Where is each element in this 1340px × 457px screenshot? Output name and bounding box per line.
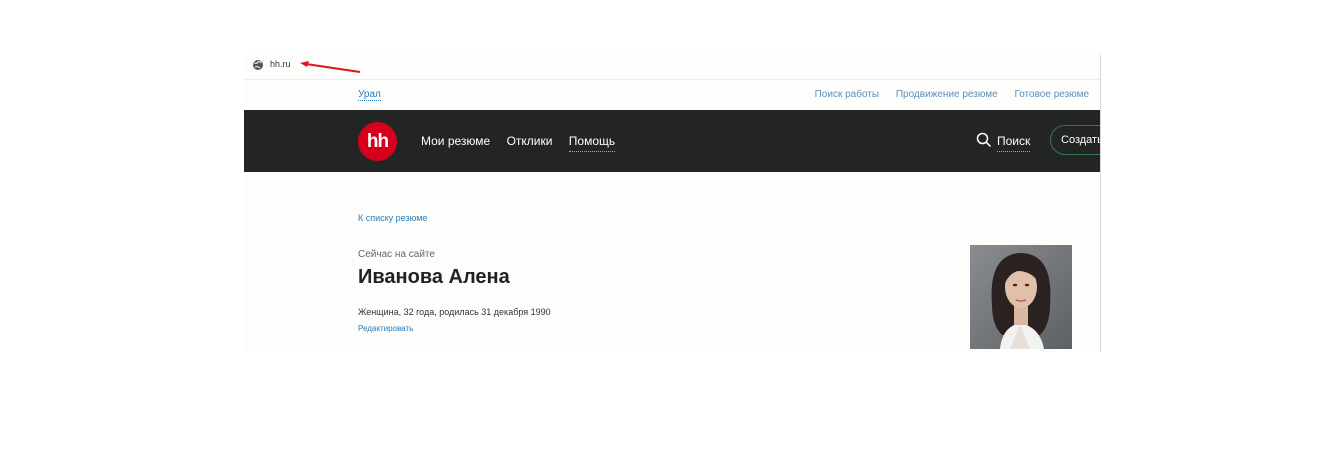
red-arrow-annotation	[300, 61, 361, 73]
link-job-search[interactable]: Поиск работы	[815, 89, 879, 100]
region-link[interactable]: Урал	[358, 89, 381, 101]
search-button[interactable]: Поиск	[976, 132, 1031, 152]
browser-screenshot: hh.ru Урал Поиск работы Продвижение резю…	[244, 55, 1101, 352]
hh-logo[interactable]: hh	[358, 122, 397, 161]
online-status: Сейчас на сайте	[358, 249, 435, 260]
address-bar[interactable]: hh.ru	[244, 55, 1100, 80]
top-links-bar: Урал Поиск работы Продвижение резюме Гот…	[244, 80, 1100, 108]
globe-icon	[253, 60, 263, 70]
main-header: hh Мои резюме Отклики Помощь Поиск Созда…	[244, 110, 1100, 172]
candidate-name: Иванова Алена	[358, 266, 510, 288]
profile-photo	[970, 245, 1072, 349]
search-label: Поиск	[997, 134, 1031, 152]
link-resume-promotion[interactable]: Продвижение резюме	[896, 89, 998, 100]
nav-responses[interactable]: Отклики	[507, 134, 553, 148]
edit-link[interactable]: Редактировать	[358, 324, 413, 333]
top-links: Поиск работы Продвижение резюме Готовое …	[801, 89, 1089, 100]
search-icon	[976, 132, 992, 148]
create-button[interactable]: Создать	[1050, 125, 1100, 155]
back-to-resumes-link[interactable]: К списку резюме	[358, 213, 427, 223]
main-nav: Мои резюме Отклики Помощь	[421, 134, 628, 152]
link-ready-resume[interactable]: Готовое резюме	[1014, 89, 1089, 100]
candidate-info: Женщина, 32 года, родилась 31 декабря 19…	[358, 307, 551, 317]
url-text[interactable]: hh.ru	[270, 59, 291, 69]
nav-help[interactable]: Помощь	[568, 134, 616, 152]
nav-my-resumes[interactable]: Мои резюме	[421, 134, 490, 148]
